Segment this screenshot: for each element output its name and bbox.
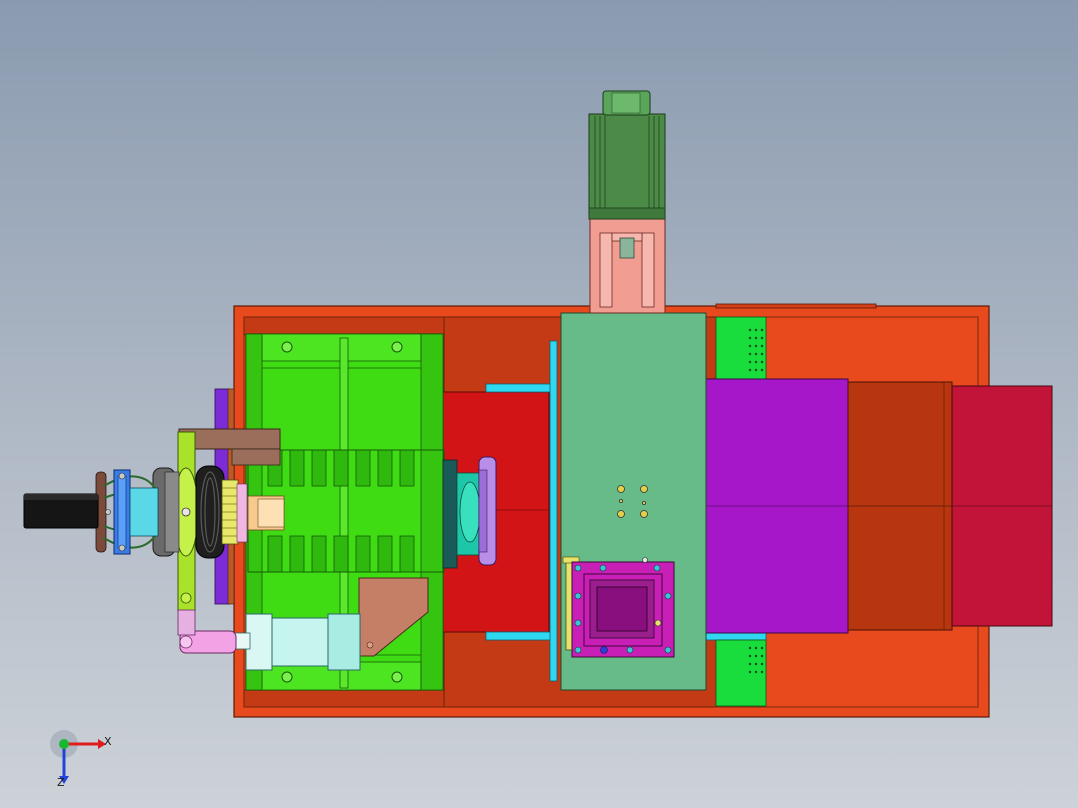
crimson-block[interactable] [951, 385, 1053, 627]
inspection-hatch[interactable] [562, 556, 675, 658]
rust-block[interactable] [847, 381, 953, 631]
drive-motor[interactable] [588, 90, 666, 220]
pneumatic-cylinder[interactable] [179, 613, 361, 671]
cad-viewport[interactable]: X Z [0, 0, 1078, 808]
flange[interactable] [478, 456, 497, 566]
input-coupling[interactable] [95, 467, 180, 557]
input-shaft[interactable] [23, 493, 99, 529]
cad-model-view[interactable] [0, 0, 1078, 808]
z-axis-label: Z [57, 776, 65, 789]
magenta-motor-block[interactable] [705, 378, 849, 634]
coordinate-triad-icon [50, 730, 106, 784]
pivot-pin [177, 609, 196, 636]
motor-mount[interactable] [589, 218, 666, 314]
x-axis-label: X [104, 735, 112, 748]
